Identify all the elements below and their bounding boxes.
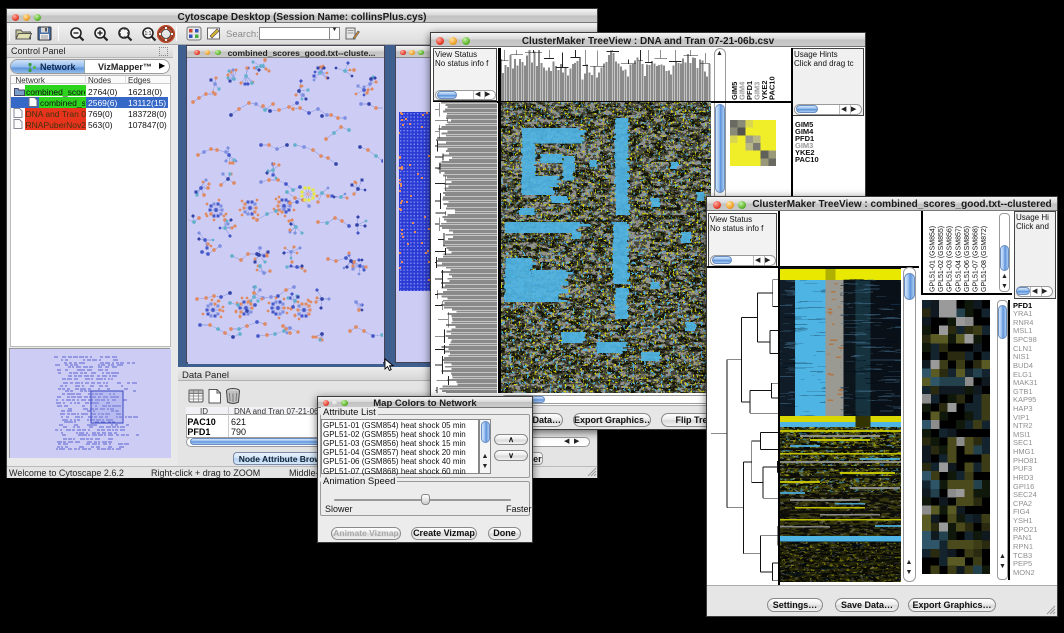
- svg-text:GPL51-03 (GSM856): GPL51-03 (GSM856): [947, 226, 954, 292]
- svg-text:GPL51-01 (GSM854): GPL51-01 (GSM854): [930, 226, 937, 292]
- svg-text:1:1: 1:1: [145, 31, 152, 37]
- svg-text:GPL51-07 (GSM868): GPL51-07 (GSM868): [973, 226, 980, 292]
- svg-text:GPL51-02 (GSM855): GPL51-02 (GSM855): [938, 226, 945, 292]
- svg-text:GPL51-06 (GSM865): GPL51-06 (GSM865): [964, 226, 971, 292]
- svg-text:PAC10: PAC10: [768, 76, 777, 100]
- svg-text:GPL51-08 (GSM872): GPL51-08 (GSM872): [981, 226, 988, 292]
- svg-text:GPL51-04 (GSM857): GPL51-04 (GSM857): [955, 226, 962, 292]
